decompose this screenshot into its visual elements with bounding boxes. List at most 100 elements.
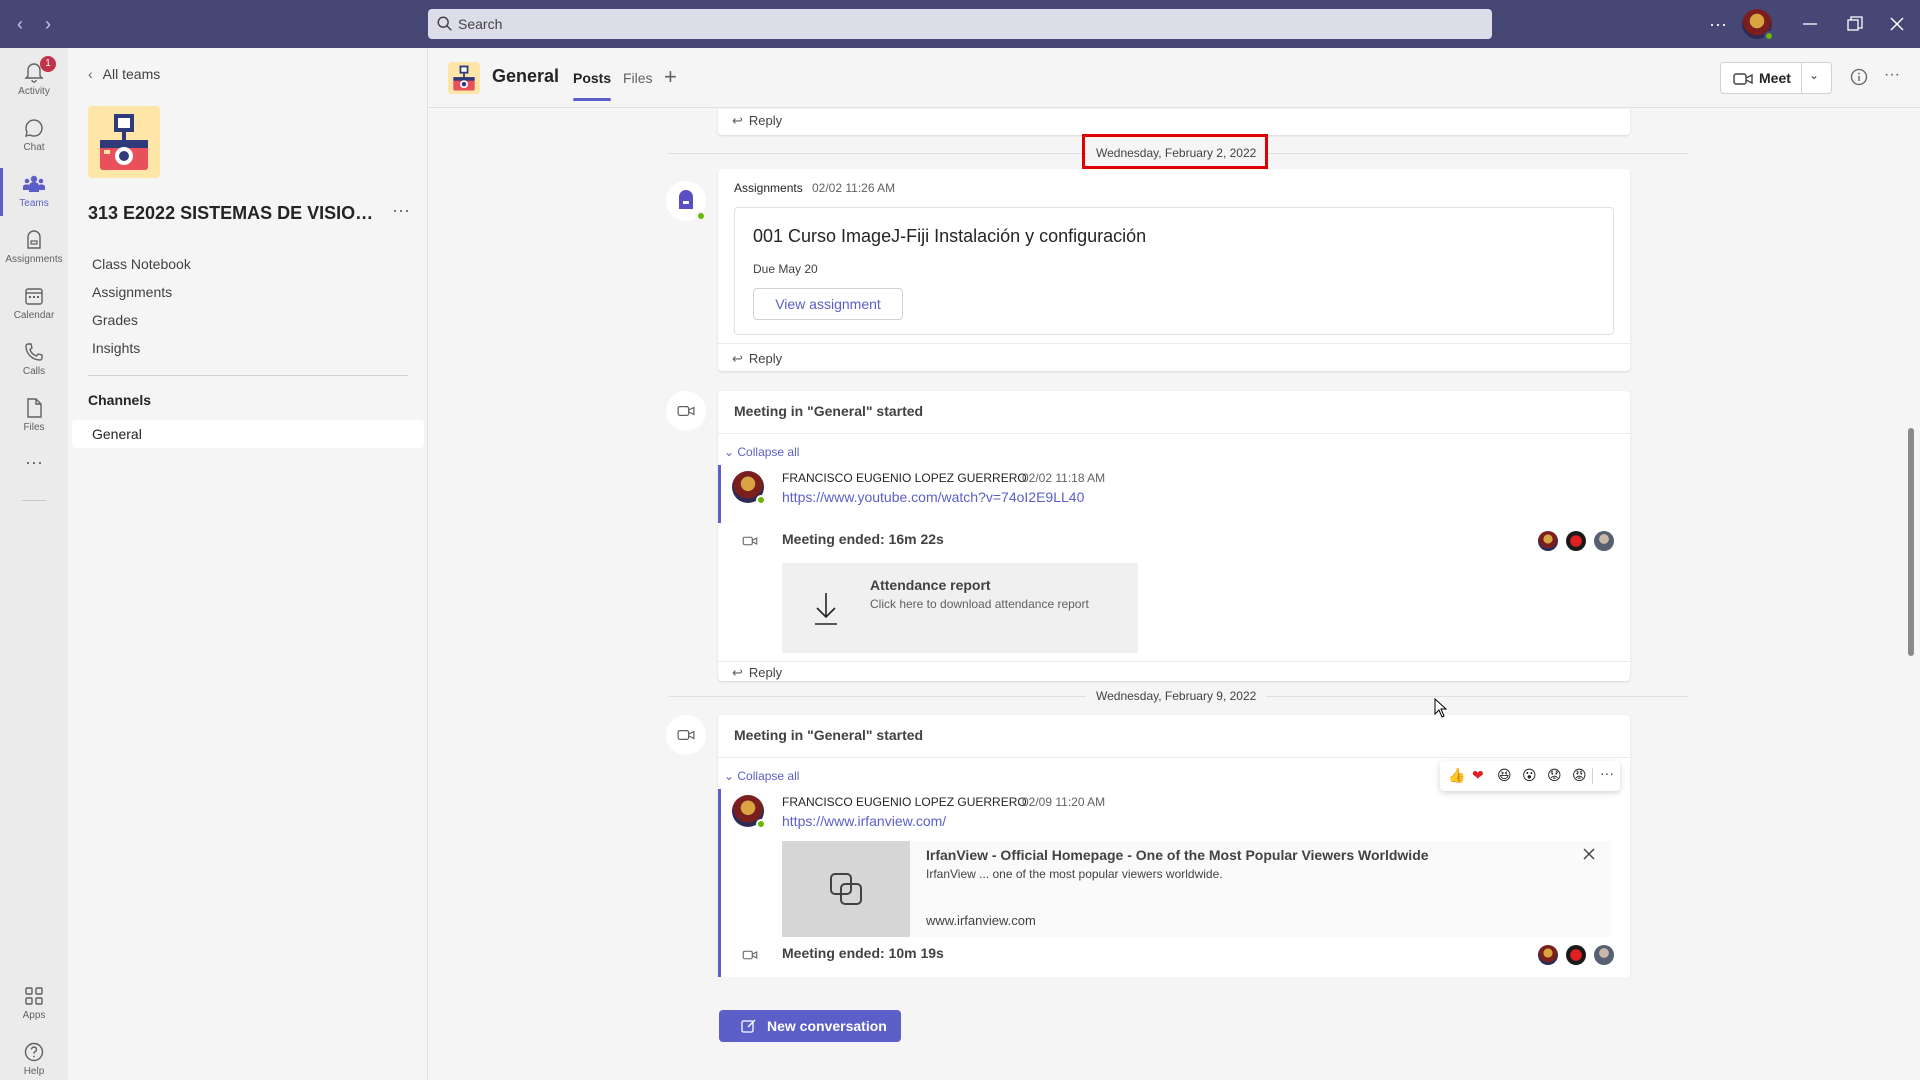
channel-label: General <box>92 426 142 442</box>
collapse-all-link[interactable]: ⌄ Collapse all <box>724 769 799 783</box>
search-input[interactable] <box>458 9 1478 39</box>
attendance-report-card[interactable]: Attendance report Click here to download… <box>782 563 1138 653</box>
surprised-reaction[interactable]: 😮 <box>1522 767 1537 784</box>
teams-icon <box>23 175 45 192</box>
rail-apps[interactable]: Apps <box>0 976 68 1032</box>
restore-icon[interactable] <box>1846 15 1864 33</box>
video-camera-icon <box>677 730 695 740</box>
channel-header: General Posts Files + Meet ⌄ ··· <box>428 48 1920 108</box>
rail-teams[interactable]: Teams <box>0 164 68 220</box>
reply-arrow-icon: ↩ <box>732 351 743 366</box>
sidebar-link-class-notebook[interactable]: Class Notebook <box>92 256 191 272</box>
message-more-options-icon[interactable]: ··· <box>1600 765 1614 781</box>
tab-posts[interactable]: Posts <box>573 70 612 101</box>
participant-avatar[interactable] <box>1538 531 1558 551</box>
new-conversation-button[interactable]: New conversation <box>719 1010 901 1042</box>
meet-divider <box>1801 63 1802 93</box>
rail-calls[interactable]: Calls <box>0 332 68 388</box>
preview-description: IrfanView ... one of the most popular vi… <box>926 867 1223 881</box>
participant-avatar[interactable] <box>1538 945 1558 965</box>
preview-title: IrfanView - Official Homepage - One of t… <box>926 847 1429 863</box>
user-avatar[interactable] <box>732 795 766 829</box>
collapse-all-link[interactable]: ⌄ Collapse all <box>724 445 799 459</box>
highlight-box <box>1082 134 1268 169</box>
date-label: Wednesday, February 9, 2022 <box>1086 689 1267 703</box>
rail-assignments[interactable]: Assignments <box>0 220 68 276</box>
channel-more-options-icon[interactable]: ··· <box>1884 66 1900 84</box>
youtube-link[interactable]: https://www.youtube.com/watch?v=74oI2E9L… <box>782 489 1084 505</box>
post-timestamp: 02/09 11:20 AM <box>1022 795 1106 809</box>
rail-calendar[interactable]: Calendar <box>0 276 68 332</box>
reply-button[interactable]: ↩ Reply <box>732 351 782 367</box>
channel-item-general[interactable]: General <box>72 420 424 448</box>
participant-avatar[interactable] <box>1566 531 1586 551</box>
rail-label: Calendar <box>13 310 55 321</box>
laugh-reaction[interactable]: 😆 <box>1497 767 1512 784</box>
reaction-bar: 👍 ❤ 😆 😮 😟 😡 ··· <box>1440 761 1620 791</box>
chevron-down-icon[interactable]: ⌄ <box>1809 68 1819 82</box>
rail-help[interactable]: Help <box>0 1032 68 1080</box>
chevron-left-icon: ‹ <box>88 66 93 82</box>
backpack-icon <box>27 230 41 249</box>
chat-icon <box>25 119 43 137</box>
app-rail: Activity 1 Chat Teams Assignments Calend… <box>0 48 68 1080</box>
angry-reaction[interactable]: 😡 <box>1572 767 1587 784</box>
posts-scrollbar[interactable] <box>1908 428 1914 656</box>
info-icon[interactable] <box>1850 68 1868 86</box>
sidebar-link-insights[interactable]: Insights <box>92 340 140 356</box>
rail-more-apps[interactable]: ··· <box>0 448 68 480</box>
presence-available-icon <box>756 819 766 829</box>
preview-thumbnail <box>782 841 910 937</box>
chevron-down-icon: ⌄ <box>724 445 738 459</box>
sidebar-link-assignments[interactable]: Assignments <box>92 284 172 300</box>
meeting-post-card: Meeting in "General" started ⌄ Collapse … <box>718 715 1630 991</box>
reply-button[interactable]: ↩ Reply <box>732 113 782 129</box>
channel-title: General <box>492 66 560 86</box>
camera-logo-icon <box>448 62 480 94</box>
link-preview-card[interactable]: IrfanView - Official Homepage - One of t… <box>782 841 1612 937</box>
participant-avatar[interactable] <box>1594 531 1614 551</box>
add-tab-icon[interactable]: + <box>664 64 677 90</box>
card-divider <box>718 661 1630 662</box>
team-sidebar: ‹ All teams 313 E2022 SISTEMAS DE VISION … <box>68 48 428 1080</box>
tab-files[interactable]: Files <box>623 70 653 86</box>
participant-avatar[interactable] <box>1566 945 1586 965</box>
meet-button[interactable]: Meet ⌄ <box>1720 62 1832 94</box>
video-camera-icon <box>1733 73 1753 85</box>
calendar-icon <box>25 288 43 305</box>
card-divider <box>718 757 1630 758</box>
sad-reaction[interactable]: 😟 <box>1547 767 1562 784</box>
rail-chat[interactable]: Chat <box>0 108 68 164</box>
rail-label: Files <box>23 422 45 433</box>
phone-icon <box>25 343 43 361</box>
user-avatar[interactable] <box>732 471 766 505</box>
posts-feed: ↩ Reply Wednesday, February 2, 2022 Assig… <box>428 109 1920 1080</box>
rail-activity[interactable]: Activity 1 <box>0 52 68 108</box>
rail-files[interactable]: Files <box>0 388 68 444</box>
sidebar-link-grades[interactable]: Grades <box>92 312 138 328</box>
view-assignment-button[interactable]: View assignment <box>753 288 903 320</box>
compose-area <box>428 977 1920 1080</box>
post-timestamp: 02/02 11:18 AM <box>1022 471 1106 485</box>
close-icon[interactable] <box>1582 847 1596 861</box>
search-box[interactable] <box>428 9 1492 39</box>
like-reaction[interactable]: 👍 <box>1448 767 1465 784</box>
back-arrow-icon[interactable]: ‹ <box>10 14 30 34</box>
minimize-icon[interactable] <box>1800 18 1820 30</box>
all-teams-label: All teams <box>102 66 161 82</box>
heart-reaction[interactable]: ❤ <box>1472 767 1484 784</box>
all-teams-link[interactable]: ‹ All teams <box>88 66 160 82</box>
irfanview-link[interactable]: https://www.irfanview.com/ <box>782 813 946 829</box>
title-bar: ‹ › ··· <box>0 0 1920 48</box>
sidebar-divider <box>88 375 408 376</box>
forward-arrow-icon[interactable]: › <box>38 14 58 34</box>
participant-avatar[interactable] <box>1594 945 1614 965</box>
rail-label: Apps <box>22 1010 46 1021</box>
profile-avatar[interactable] <box>1742 9 1774 41</box>
settings-more-icon[interactable]: ··· <box>1706 0 1730 48</box>
close-window-icon[interactable] <box>1888 15 1906 33</box>
meeting-avatar <box>666 715 706 755</box>
post-author: Assignments <box>734 181 803 195</box>
reply-button[interactable]: ↩ Reply <box>732 665 782 681</box>
team-more-options-icon[interactable]: ··· <box>392 200 410 221</box>
